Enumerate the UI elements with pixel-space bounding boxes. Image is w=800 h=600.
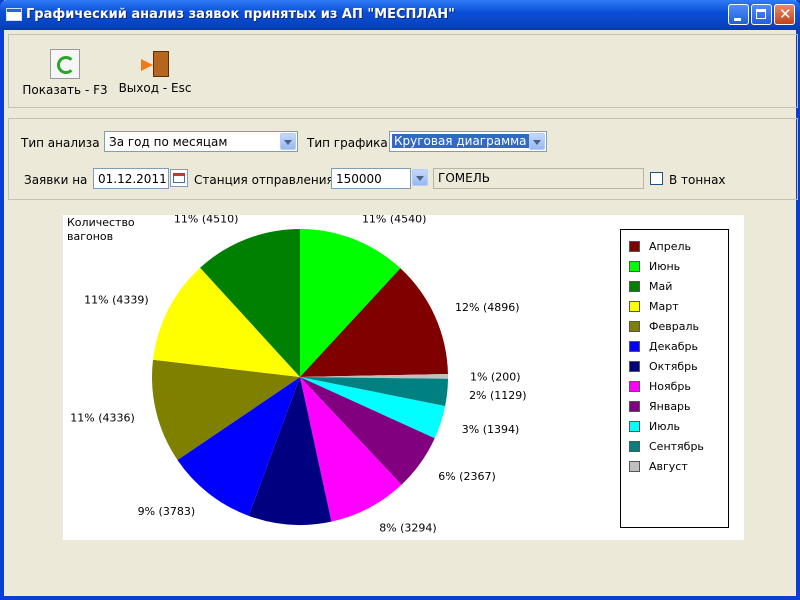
parameters-panel: Тип анализа За год по месяцам Тип график… xyxy=(8,118,798,200)
legend-label: Апрель xyxy=(649,240,691,253)
show-button[interactable]: Показать - F3 xyxy=(21,49,109,97)
legend-label: Ноябрь xyxy=(649,380,691,393)
date-value: 01.12.2011 xyxy=(98,172,167,186)
requests-on-label: Заявки на xyxy=(24,173,88,187)
station-name-field: ГОМЕЛЬ xyxy=(433,168,644,189)
app-window: Графический анализ заявок принятых из АП… xyxy=(0,0,800,600)
legend-label: Август xyxy=(649,460,688,473)
analysis-type-value: За год по месяцам xyxy=(109,135,228,149)
date-field[interactable]: 01.12.2011 xyxy=(93,168,169,189)
legend-label: Декабрь xyxy=(649,340,698,353)
legend-label: Июнь xyxy=(649,260,681,273)
legend-swatch xyxy=(629,321,640,332)
in-tons-checkbox[interactable] xyxy=(650,172,663,185)
chevron-down-icon[interactable] xyxy=(412,169,428,186)
toolbar: Показать - F3 Выход - Esc xyxy=(8,34,798,108)
close-icon: ✕ xyxy=(779,5,792,23)
station-code-field[interactable]: 150000 xyxy=(331,168,411,189)
pie-slice-label: 11% (4540) xyxy=(362,215,427,226)
legend-swatch xyxy=(629,241,640,252)
exit-door-icon xyxy=(141,49,169,77)
legend-swatch xyxy=(629,361,640,372)
legend-swatch xyxy=(629,441,640,452)
minimize-button[interactable] xyxy=(728,4,749,25)
legend-label: Март xyxy=(649,300,679,313)
pie-slice-label: 3% (1394) xyxy=(462,423,520,436)
legend-swatch xyxy=(629,301,640,312)
chart-legend: Апрель Июнь Май Март Февраль Декабрь Октябрь Но… xyxy=(620,229,729,528)
in-tons-label: В тоннах xyxy=(669,173,726,187)
pie-slice-label: 8% (3294) xyxy=(379,521,437,534)
maximize-button[interactable] xyxy=(751,4,772,25)
chevron-down-icon[interactable] xyxy=(529,133,545,150)
close-button[interactable]: ✕ xyxy=(774,4,795,25)
legend-swatch xyxy=(629,421,640,432)
pie-slice-label: 6% (2367) xyxy=(438,470,496,483)
pie-slice-label: 11% (4336) xyxy=(70,411,135,424)
station-code-value: 150000 xyxy=(336,172,382,186)
station-dropdown-button[interactable] xyxy=(412,168,431,189)
station-label: Станция отправления: xyxy=(194,173,338,187)
calendar-icon[interactable] xyxy=(170,169,188,187)
legend-label: Октябрь xyxy=(649,360,698,373)
legend-swatch xyxy=(629,261,640,272)
exit-button-label: Выход - Esc xyxy=(118,81,192,95)
legend-swatch xyxy=(629,281,640,292)
analysis-type-select[interactable]: За год по месяцам xyxy=(104,131,298,152)
window-icon xyxy=(6,8,22,21)
legend-label: Июль xyxy=(649,420,681,433)
show-button-label: Показать - F3 xyxy=(22,83,108,97)
window-title: Графический анализ заявок принятых из АП… xyxy=(26,7,455,22)
minimize-icon xyxy=(734,18,741,21)
legend-swatch xyxy=(629,461,640,472)
chart-ylabel: Количество вагонов xyxy=(67,216,135,243)
pie-slice-label: 2% (1129) xyxy=(469,389,527,402)
legend-label: Май xyxy=(649,280,673,293)
legend-swatch xyxy=(629,341,640,352)
pie-slice-label: 11% (4510) xyxy=(174,215,239,226)
pie-slice-label: 1% (200) xyxy=(470,370,521,383)
analysis-type-label: Тип анализа xyxy=(21,136,100,150)
pie-slice-label: 11% (4339) xyxy=(84,293,149,306)
chevron-down-icon[interactable] xyxy=(280,133,296,150)
chart-type-label: Тип графика xyxy=(307,136,388,150)
legend-swatch xyxy=(629,381,640,392)
title-bar[interactable]: Графический анализ заявок принятых из АП… xyxy=(0,0,800,30)
chart-type-select[interactable]: Круговая диаграмма xyxy=(389,131,547,152)
legend-label: Февраль xyxy=(649,320,699,333)
pie-slice-label: 9% (3783) xyxy=(138,505,196,518)
legend-label: Январь xyxy=(649,400,691,413)
station-name-value: ГОМЕЛЬ xyxy=(438,171,490,185)
legend-label: Сентябрь xyxy=(649,440,704,453)
legend-swatch xyxy=(629,401,640,412)
exit-button[interactable]: Выход - Esc xyxy=(113,49,197,95)
refresh-icon xyxy=(50,49,80,79)
pie-slice-label: 12% (4896) xyxy=(455,301,520,314)
maximize-icon xyxy=(756,9,766,19)
chart-type-value: Круговая диаграмма xyxy=(392,134,529,148)
chart-area: 11% (4540) 12% (4896) 1% (200) 2% (1129) 3% … xyxy=(63,215,744,540)
